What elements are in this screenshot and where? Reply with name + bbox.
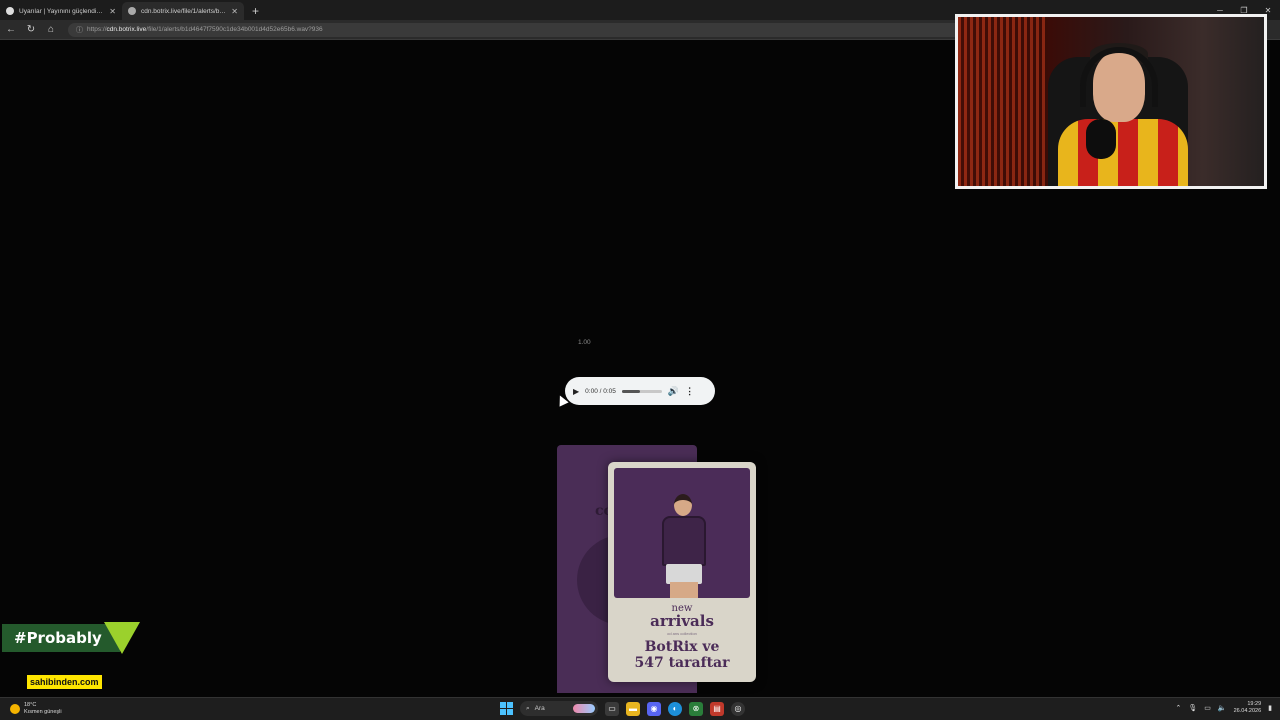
volume-icon[interactable]: 🔊 — [668, 386, 679, 397]
clock[interactable]: 19:29 26.04.2026 — [1234, 701, 1262, 715]
alert-message: BotRix ve 547 taraftar — [634, 639, 730, 672]
webcam-overlay — [955, 14, 1267, 189]
partly-sunny-icon — [10, 703, 20, 714]
tab-title: cdn.botrix.live/file/1/alerts/b1d4647f — [141, 7, 227, 15]
xbox-icon[interactable]: ⊗ — [689, 701, 703, 716]
chevron-up-icon[interactable]: ⌃ — [1176, 704, 1182, 712]
network-icon[interactable]: ▭ — [1204, 704, 1211, 712]
task-view-icon[interactable]: ▭ — [605, 701, 619, 716]
weather-description: Kısmen güneşli — [24, 708, 62, 715]
edge-icon[interactable]: ◐ — [668, 701, 682, 716]
url-text: https://cdn.botrix.live/file/1/alerts/b1… — [87, 26, 323, 33]
temperature: 18°C — [24, 702, 37, 708]
reload-icon[interactable]: ↻ — [24, 24, 38, 35]
hashtag-banner: #Probably — [2, 624, 120, 652]
taskbar-apps: ⌕ Ara ▭ ▬ ◉ ◐ ⊗ ▤ ◎ — [500, 701, 745, 716]
more-options-icon[interactable]: ⋮ — [685, 386, 694, 397]
close-tab-icon[interactable]: ✕ — [231, 7, 238, 16]
play-icon[interactable]: ▶ — [573, 387, 579, 396]
v-logo-icon — [104, 622, 140, 654]
alert-card: new arrivals od ans collection BotRix ve… — [608, 462, 756, 682]
discord-icon[interactable]: ◉ — [647, 701, 661, 716]
microphone-image — [1086, 119, 1116, 159]
weather-widget[interactable]: 18°C Kısmen güneşli — [10, 702, 62, 715]
site-info-icon[interactable]: ⓘ — [76, 25, 83, 35]
new-arrivals-badge: new arrivals — [650, 603, 714, 630]
windows-taskbar: 18°C Kısmen güneşli ⌕ Ara ▭ ▬ ◉ ◐ ⊗ ▤ ◎ … — [0, 697, 1280, 720]
start-button[interactable] — [500, 702, 513, 715]
close-tab-icon[interactable]: ✕ — [109, 7, 116, 16]
speaker-icon[interactable]: 🔈 — [1218, 704, 1227, 712]
obs-icon[interactable]: ◎ — [731, 701, 745, 716]
audio-player[interactable]: ▶ 0:00 / 0:05 🔊 ⋮ — [565, 377, 715, 405]
search-highlight-icon — [573, 704, 595, 713]
time-display: 0:00 / 0:05 — [585, 387, 616, 395]
browser-tab-alerts[interactable]: Uyarılar | Yayınını güçlendirmek için ✕ — [0, 2, 122, 20]
file-explorer-icon[interactable]: ▬ — [626, 701, 640, 716]
address-bar[interactable]: ⓘ https://cdn.botrix.live/file/1/alerts/… — [68, 22, 968, 37]
seek-slider[interactable] — [621, 389, 662, 393]
app-icon[interactable]: ▤ — [710, 701, 724, 716]
player-illustration — [614, 468, 750, 598]
globe-favicon-icon — [128, 7, 136, 15]
search-icon: ⌕ — [526, 704, 530, 712]
kick-favicon-icon — [6, 7, 14, 15]
sponsor-badge: sahibinden.com — [27, 675, 102, 689]
playback-speed-label: 1.00 — [578, 339, 591, 346]
microphone-icon[interactable]: 🎙 — [1188, 704, 1197, 712]
badge-subtitle: od ans collection — [667, 631, 697, 636]
notification-icon[interactable]: ▮ — [1268, 704, 1272, 712]
back-icon[interactable]: ← — [4, 24, 18, 35]
system-tray: ⌃ 🎙 ▭ 🔈 19:29 26.04.2026 ▮ — [1176, 701, 1273, 715]
tab-title: Uyarılar | Yayınını güçlendirmek için — [19, 7, 104, 15]
new-tab-button[interactable]: + — [244, 2, 267, 20]
home-icon[interactable]: ⌂ — [44, 24, 58, 35]
taskbar-search[interactable]: ⌕ Ara — [520, 701, 598, 716]
browser-tab-cdn[interactable]: cdn.botrix.live/file/1/alerts/b1d4647f ✕ — [122, 2, 244, 20]
